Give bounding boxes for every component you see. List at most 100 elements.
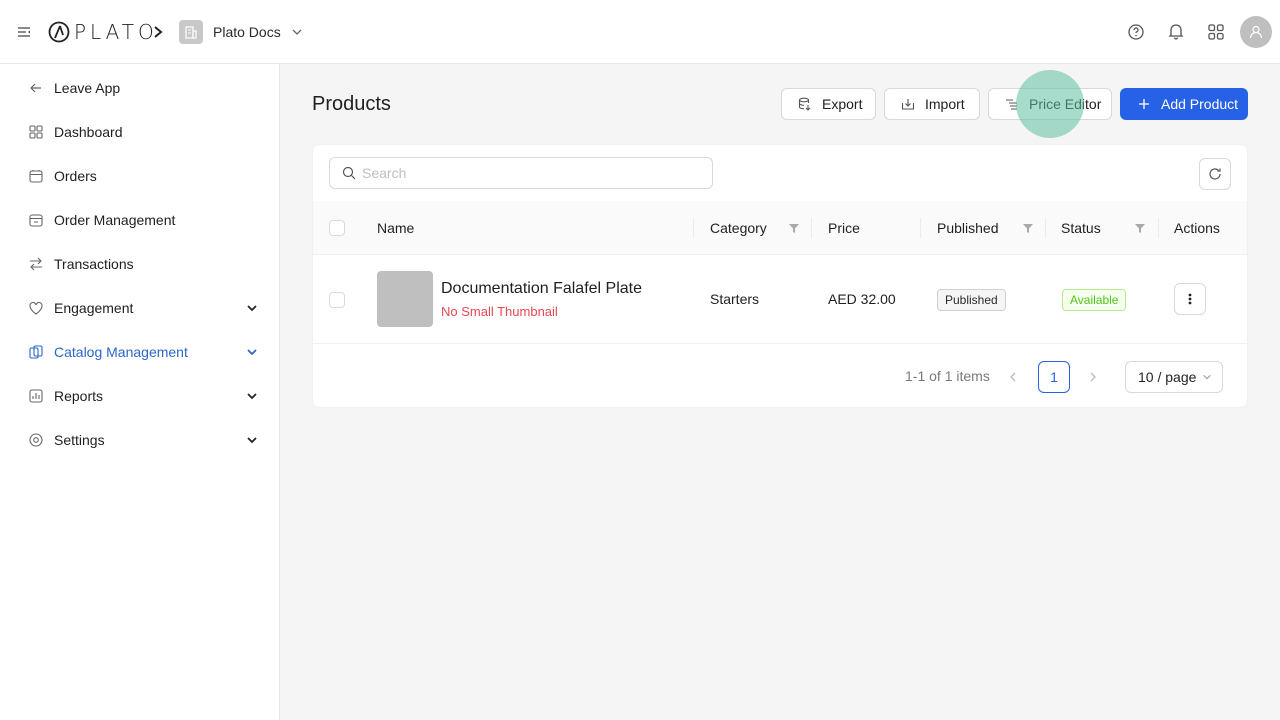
search-input[interactable] xyxy=(362,165,692,181)
filter-icon[interactable] xyxy=(1022,222,1034,234)
sidebar-item-label: Order Management xyxy=(54,212,176,228)
column-header-price: Price xyxy=(828,220,860,236)
column-divider xyxy=(693,218,694,238)
org-name: Plato Docs xyxy=(213,24,281,40)
import-button[interactable]: Import xyxy=(884,88,980,120)
help-icon[interactable] xyxy=(1126,22,1146,42)
export-label: Export xyxy=(822,96,863,112)
search-box[interactable] xyxy=(329,157,713,189)
column-divider xyxy=(811,218,812,238)
chevron-down-icon xyxy=(292,29,302,35)
arrow-left-icon xyxy=(30,83,41,93)
chevron-down-icon xyxy=(247,305,257,312)
page-number-button[interactable]: 1 xyxy=(1038,361,1070,393)
chevron-left-icon[interactable] xyxy=(1007,371,1019,383)
page-size-value: 10 / page xyxy=(1138,369,1197,385)
sidebar-item-orders[interactable]: Orders xyxy=(0,156,279,196)
product-price: AED 32.00 xyxy=(828,291,896,307)
add-product-label: Add Product xyxy=(1161,96,1239,112)
chevron-down-icon xyxy=(1203,374,1212,380)
row-checkbox[interactable] xyxy=(329,292,345,308)
database-export-icon xyxy=(798,97,811,111)
refresh-button[interactable] xyxy=(1199,158,1231,190)
column-header-category: Category xyxy=(710,220,767,236)
org-switcher[interactable]: Plato Docs xyxy=(179,20,303,44)
sidebar-item-label: Dashboard xyxy=(54,124,123,140)
sidebar-item-catalog-management[interactable]: Catalog Management xyxy=(0,332,279,372)
table-header: Name Category Price Published Status Act… xyxy=(313,201,1247,255)
column-header-actions: Actions xyxy=(1174,220,1220,236)
logo-text: PLATO xyxy=(74,20,158,44)
search-icon xyxy=(342,166,356,180)
product-category: Starters xyxy=(710,291,760,307)
chevron-right-icon[interactable] xyxy=(1087,371,1099,383)
chevron-down-icon xyxy=(247,349,257,356)
price-list-icon xyxy=(1006,99,1017,110)
sidebar-item-label: Reports xyxy=(54,388,104,404)
plato-logo-mark-icon xyxy=(48,21,70,43)
sidebar: Leave App Dashboard Orders Order Managem… xyxy=(0,64,280,720)
dashboard-icon xyxy=(29,125,43,139)
products-card: Name Category Price Published Status Act… xyxy=(312,144,1248,408)
more-vertical-icon xyxy=(1188,293,1192,305)
price-editor-label: Price Editor xyxy=(1029,96,1102,112)
export-button[interactable]: Export xyxy=(781,88,876,120)
sidebar-item-settings[interactable]: Settings xyxy=(0,420,279,460)
chevron-right-icon xyxy=(152,24,164,40)
select-all-checkbox[interactable] xyxy=(329,220,345,236)
product-name[interactable]: Documentation Falafel Plate xyxy=(441,280,642,298)
sidebar-item-label: Settings xyxy=(54,432,105,448)
column-header-name: Name xyxy=(377,220,415,236)
import-icon xyxy=(901,99,915,110)
chevron-down-icon xyxy=(247,437,257,444)
row-actions-button[interactable] xyxy=(1174,283,1206,315)
filter-icon[interactable] xyxy=(1134,222,1146,234)
bell-icon[interactable] xyxy=(1166,21,1186,41)
sidebar-item-label: Catalog Management xyxy=(54,344,188,360)
refresh-icon xyxy=(1209,168,1221,180)
sidebar-item-label: Transactions xyxy=(54,256,134,272)
thumbnail-warning: No Small Thumbnail xyxy=(441,304,558,319)
column-header-status: Status xyxy=(1061,220,1101,236)
column-divider xyxy=(1045,218,1046,238)
transfer-icon xyxy=(30,257,42,271)
filter-icon[interactable] xyxy=(788,222,800,234)
settings-icon xyxy=(29,433,43,447)
table-row[interactable]: Documentation Falafel Plate No Small Thu… xyxy=(313,255,1247,344)
building-icon xyxy=(179,20,203,44)
sidebar-item-dashboard[interactable]: Dashboard xyxy=(0,112,279,152)
sidebar-item-order-management[interactable]: Order Management xyxy=(0,200,279,240)
chevron-down-icon xyxy=(247,393,257,400)
import-label: Import xyxy=(925,96,965,112)
sidebar-item-engagement[interactable]: Engagement xyxy=(0,288,279,328)
product-thumbnail xyxy=(377,271,433,327)
orders-icon xyxy=(29,170,43,183)
plato-logo[interactable]: PLATO xyxy=(48,20,158,44)
reports-icon xyxy=(29,389,43,403)
page-title: Products xyxy=(312,93,391,115)
column-divider xyxy=(920,218,921,238)
add-product-button[interactable]: Add Product xyxy=(1120,88,1248,120)
column-header-published: Published xyxy=(937,220,999,236)
pagination-total: 1-1 of 1 items xyxy=(905,368,990,384)
sidebar-item-reports[interactable]: Reports xyxy=(0,376,279,416)
price-editor-button[interactable]: Price Editor xyxy=(988,88,1112,120)
column-divider xyxy=(1158,218,1159,238)
sidebar-item-label: Leave App xyxy=(54,80,121,96)
published-badge: Published xyxy=(937,289,1006,311)
catalog-icon xyxy=(29,345,43,359)
sidebar-item-leave-app[interactable]: Leave App xyxy=(0,68,279,108)
user-avatar[interactable] xyxy=(1240,16,1272,48)
sidebar-item-label: Engagement xyxy=(54,300,134,316)
page-size-select[interactable]: 10 / page xyxy=(1125,361,1223,393)
heart-icon xyxy=(29,301,43,315)
menu-icon[interactable] xyxy=(16,24,32,40)
sidebar-item-transactions[interactable]: Transactions xyxy=(0,244,279,284)
status-badge: Available xyxy=(1062,289,1127,311)
top-bar: PLATO Plato Docs xyxy=(0,0,1280,64)
user-icon xyxy=(1249,25,1263,39)
order-management-icon xyxy=(29,214,43,227)
sidebar-item-label: Orders xyxy=(54,168,97,184)
apps-grid-icon[interactable] xyxy=(1206,22,1226,42)
plus-icon xyxy=(1139,99,1149,109)
